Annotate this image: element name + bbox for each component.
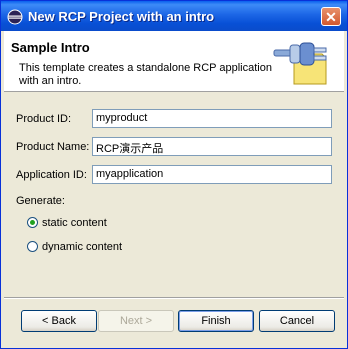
window-title: New RCP Project with an intro <box>28 9 215 24</box>
back-button-label: < Back <box>42 315 76 327</box>
form-area: Product ID: myproduct Product Name: RCP演… <box>4 92 344 253</box>
cancel-button-label: Cancel <box>279 315 315 327</box>
next-button-label: Next > <box>119 315 153 327</box>
back-button[interactable]: < Back <box>21 310 97 332</box>
wizard-dialog: New RCP Project with an intro ✕ Sample I… <box>0 0 348 349</box>
radio-button[interactable] <box>27 217 38 228</box>
product-id-input[interactable]: myproduct <box>92 109 332 128</box>
finish-button[interactable]: Finish <box>178 310 254 332</box>
finish-button-label: Finish <box>201 315 231 327</box>
radio-button[interactable] <box>27 241 38 252</box>
radio-selected-dot <box>30 220 35 225</box>
wizard-banner: Sample Intro This template creates a sta… <box>4 31 344 92</box>
close-button[interactable]: ✕ <box>321 7 341 26</box>
button-separator <box>4 297 344 299</box>
plugin-wizard-icon <box>273 42 327 85</box>
application-id-input[interactable]: myapplication <box>92 165 332 184</box>
title-bar[interactable]: New RCP Project with an intro ✕ <box>1 1 347 31</box>
radio-dynamic-content[interactable]: dynamic content <box>27 241 122 253</box>
next-button[interactable]: Next > <box>98 310 174 332</box>
radio-static-content[interactable]: static content <box>27 217 107 229</box>
page-title: Sample Intro <box>11 40 90 55</box>
product-name-label: Product Name: <box>16 141 90 153</box>
radio-label: dynamic content <box>42 241 123 253</box>
product-id-label: Product ID: <box>16 113 72 125</box>
cancel-button[interactable]: Cancel <box>259 310 335 332</box>
eclipse-icon <box>7 9 23 25</box>
radio-label: static content <box>42 217 107 229</box>
product-name-input[interactable]: RCP演示产品 <box>92 137 332 156</box>
page-description: This template creates a standalone RCP a… <box>19 62 272 87</box>
application-id-label: Application ID: <box>16 169 87 181</box>
generate-label: Generate: <box>16 195 65 207</box>
